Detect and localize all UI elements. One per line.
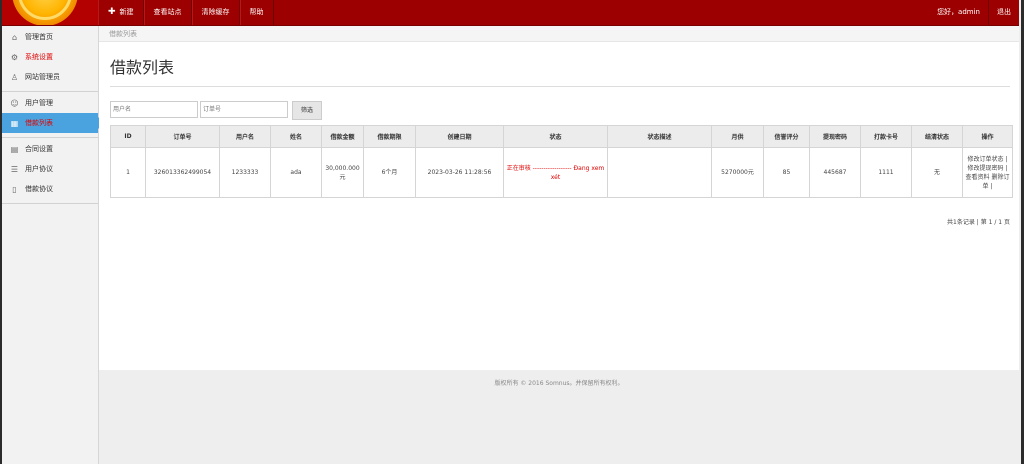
cell-status-desc [607, 147, 712, 198]
col-header-id[interactable]: ID [110, 125, 146, 148]
sidebar-item-site-admin[interactable]: ♙ 网站管理员 [2, 67, 98, 87]
cell-username: 1233333 [219, 147, 271, 198]
col-header-created[interactable]: 创建日期 [415, 125, 504, 148]
col-header-term[interactable]: 借款期限 [363, 125, 416, 148]
table-row: 1 326013362499054 1233333 ada 30,000.000… [110, 147, 1013, 198]
page-title: 借款列表 [110, 58, 175, 77]
sidebar-item-user-agreement[interactable]: ☰ 用户协议 [2, 159, 98, 179]
cell-term: 6个月 [363, 147, 416, 198]
top-bar: ✚ 新建 查看站点 清除缓存 帮助 您好，admin 退出 [2, 0, 1019, 26]
col-header-withdraw-pwd[interactable]: 提现密码 [809, 125, 861, 148]
sidebar-item-system-settings[interactable]: ⚙ 系统设置 [2, 47, 98, 67]
users-icon: ☺ [10, 98, 19, 108]
clear-cache-link[interactable]: 清除缓存 [191, 0, 240, 25]
sidebar-group: ☺ 用户管理 ▦ 借款列表 [2, 92, 104, 138]
plus-icon: ✚ [108, 7, 116, 17]
greeting: 您好，admin [937, 8, 980, 16]
sidebar-group: ⌂ 管理首页 ⚙ 系统设置 ♙ 网站管理员 [2, 26, 98, 92]
col-header-username[interactable]: 用户名 [219, 125, 271, 148]
sidebar-item-loan-agreement[interactable]: ▯ 借款协议 [2, 179, 98, 199]
cell-credit-score: 85 [763, 147, 810, 198]
pagination-info: 共1条记录 | 第 1 / 1 页 [947, 219, 1010, 226]
sidebar-item-home[interactable]: ⌂ 管理首页 [2, 27, 98, 47]
cell-name: ada [270, 147, 322, 198]
cell-order-no: 326013362499054 [145, 147, 220, 198]
grid-icon: ▦ [10, 118, 19, 128]
col-header-status-desc[interactable]: 状态描述 [607, 125, 712, 148]
home-icon: ⌂ [11, 32, 18, 42]
col-header-card-no[interactable]: 打款卡号 [860, 125, 912, 148]
filter-bar: 筛选 [110, 101, 323, 120]
logo [2, 0, 98, 25]
list-icon: ☰ [10, 164, 19, 174]
sidebar: ⌂ 管理首页 ⚙ 系统设置 ♙ 网站管理员 ☺ 用户管理 ▦ 借款列表 ▤ 合同设置 ☰ 用户… [2, 26, 104, 464]
cell-monthly: 5270000元 [711, 147, 764, 198]
user-icon: ♙ [10, 72, 19, 82]
table-header-row: ID 订单号 用户名 姓名 借款金额 借款期限 创建日期 状态 状态描述 月供 … [110, 125, 1013, 148]
cell-amount: 30,000.000元 [321, 147, 364, 198]
cell-card-no: 1111 [860, 147, 912, 198]
main-content: 借款列表 借款列表 筛选 ID 订单号 用户名 姓名 借款金额 借款期限 创建日… [99, 26, 1019, 370]
sidebar-item-loan-list[interactable]: ▦ 借款列表 [2, 113, 104, 133]
footer-copyright: 版权所有 © 2016 Somnus。并保留所有权利。 [494, 380, 624, 387]
cell-status: 正在审核 ------------------ Đang xem xét [503, 147, 608, 198]
breadcrumb: 借款列表 [99, 26, 1019, 42]
col-header-settle-status[interactable]: 结清状态 [911, 125, 963, 148]
top-nav: ✚ 新建 查看站点 清除缓存 帮助 [98, 0, 274, 25]
loan-table: ID 订单号 用户名 姓名 借款金额 借款期限 创建日期 状态 状态描述 月供 … [110, 125, 1013, 198]
col-header-status[interactable]: 状态 [503, 125, 608, 148]
col-header-actions: 操作 [962, 125, 1013, 148]
new-button[interactable]: ✚ 新建 [98, 0, 144, 25]
col-header-amount[interactable]: 借款金额 [321, 125, 364, 148]
divider [110, 86, 1010, 87]
col-header-monthly[interactable]: 月供 [711, 125, 764, 148]
cell-withdraw-pwd: 445687 [809, 147, 861, 198]
help-link[interactable]: 帮助 [239, 0, 274, 25]
sidebar-group: ▤ 合同设置 ☰ 用户协议 ▯ 借款协议 [2, 138, 98, 204]
col-header-order-no[interactable]: 订单号 [145, 125, 220, 148]
view-site-link[interactable]: 查看站点 [143, 0, 192, 25]
cell-actions-links[interactable]: 修改订单状态 | 修改提现密码 | 查看资料 删除订单 | [962, 147, 1013, 198]
filter-button[interactable]: 筛选 [292, 101, 323, 120]
sidebar-item-user-management[interactable]: ☺ 用户管理 [2, 93, 98, 113]
document-icon: ▯ [12, 184, 17, 194]
contract-icon: ▤ [10, 144, 19, 154]
col-header-credit-score[interactable]: 信誉评分 [763, 125, 810, 148]
col-header-name[interactable]: 姓名 [270, 125, 322, 148]
logout-link[interactable]: 退出 [988, 0, 1019, 25]
gear-icon: ⚙ [10, 52, 19, 62]
sidebar-item-contract-settings[interactable]: ▤ 合同设置 [2, 139, 98, 159]
username-input[interactable] [110, 101, 198, 118]
order-number-input[interactable] [200, 101, 288, 118]
cell-id: 1 [110, 147, 146, 198]
cell-created: 2023-03-26 11:28:56 [415, 147, 504, 198]
cell-settle-status: 无 [911, 147, 963, 198]
